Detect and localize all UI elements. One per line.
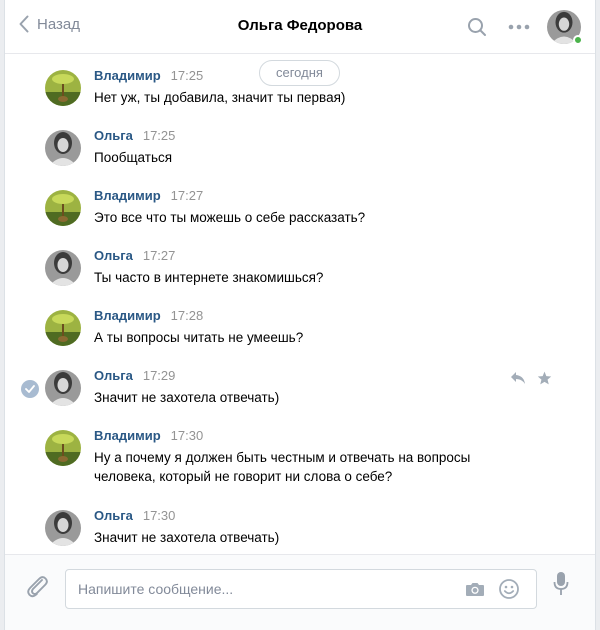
message-text: Это все что ты можешь о себе рассказать? — [94, 210, 366, 225]
author-name[interactable]: Ольга — [94, 128, 133, 143]
reply-icon[interactable] — [507, 368, 529, 388]
chat-header: Назад Ольга Федорова — [5, 0, 595, 54]
message-text: Пообщаться — [94, 150, 173, 165]
author-name[interactable]: Ольга — [94, 508, 133, 523]
author-name[interactable]: Ольга — [94, 368, 133, 383]
avatar[interactable] — [45, 430, 81, 466]
online-indicator — [573, 35, 583, 45]
author-name[interactable]: Владимир — [94, 68, 161, 83]
message-text: А ты вопросы читать не умеешь? — [94, 330, 304, 345]
paperclip-icon[interactable] — [25, 573, 49, 604]
search-icon[interactable] — [461, 11, 493, 43]
message-time: 17:27 — [170, 188, 204, 203]
message-time: 17:25 — [142, 128, 176, 143]
chat-window: Назад Ольга Федорова сегодня Владимир 17… — [4, 0, 596, 630]
avatar[interactable] — [45, 190, 81, 226]
message-input-box[interactable] — [65, 569, 537, 609]
avatar[interactable] — [45, 130, 81, 166]
smile-icon[interactable] — [498, 578, 520, 605]
message-text: Значит не захотела отвечать) — [94, 390, 280, 405]
avatar[interactable] — [45, 510, 81, 546]
message-text: Ты часто в интернете знакомишься? — [94, 270, 324, 285]
message-text: Ну а почему я должен быть честным и отве… — [94, 450, 471, 484]
avatar[interactable] — [45, 70, 81, 106]
contact-avatar[interactable] — [547, 10, 583, 45]
author-name[interactable]: Ольга — [94, 248, 133, 263]
avatar[interactable] — [45, 250, 81, 286]
message-time: 17:30 — [170, 428, 204, 443]
message-time: 17:28 — [170, 308, 204, 323]
author-name[interactable]: Владимир — [94, 308, 161, 323]
message-history[interactable]: сегодня Владимир 17:25 Нет уж, ты добавил… — [5, 54, 595, 554]
avatar[interactable] — [45, 370, 81, 406]
more-icon[interactable] — [503, 11, 535, 43]
camera-icon[interactable] — [464, 578, 486, 605]
author-name[interactable]: Владимир — [94, 188, 161, 203]
star-icon[interactable] — [533, 368, 555, 388]
selected-check-icon[interactable] — [21, 380, 39, 398]
microphone-icon[interactable] — [553, 571, 569, 602]
message-time: 17:30 — [142, 508, 176, 523]
message-time: 17:25 — [170, 68, 204, 83]
message-time: 17:27 — [142, 248, 176, 263]
message-text: Нет уж, ты добавила, значит ты первая) — [94, 90, 346, 105]
message-text: Значит не захотела отвечать) — [94, 530, 280, 545]
author-name[interactable]: Владимир — [94, 428, 161, 443]
message-time: 17:29 — [142, 368, 176, 383]
message-input[interactable] — [78, 570, 448, 608]
message-composer — [5, 554, 595, 630]
avatar[interactable] — [45, 310, 81, 346]
date-separator: сегодня — [259, 60, 340, 86]
